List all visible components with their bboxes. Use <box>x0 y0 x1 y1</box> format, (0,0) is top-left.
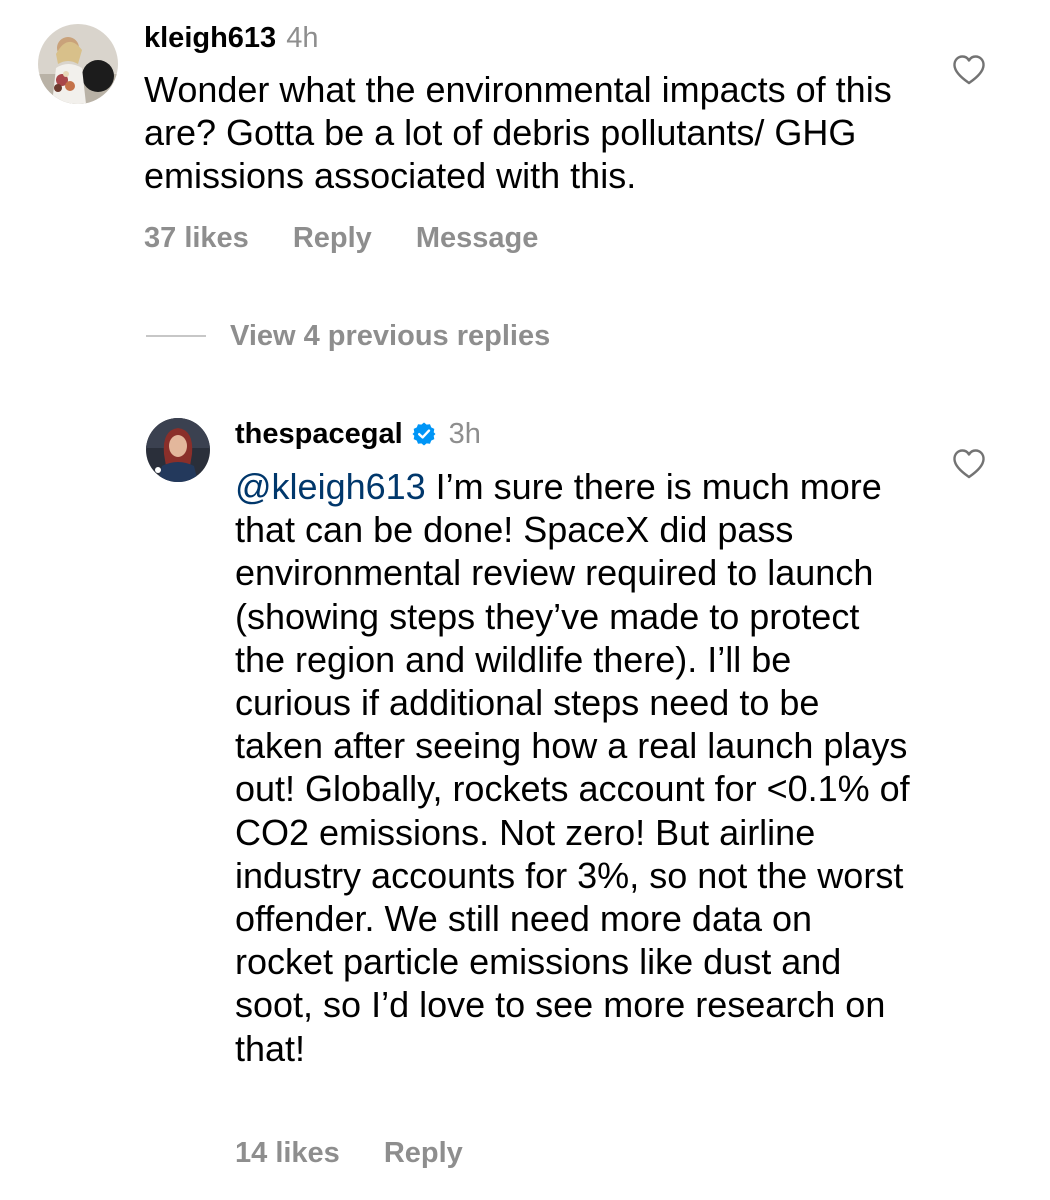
comment-text: @kleigh613 I’m sure there is much more t… <box>235 465 915 1070</box>
like-count[interactable]: 37 likes <box>144 222 249 254</box>
timestamp: 4h <box>286 22 319 54</box>
view-previous-replies-label[interactable]: View 4 previous replies <box>230 320 550 353</box>
mention-link[interactable]: @kleigh613 <box>235 466 426 507</box>
avatar[interactable] <box>38 24 118 104</box>
timestamp: 3h <box>448 418 481 450</box>
comment-header: kleigh613 4h <box>144 18 318 58</box>
like-count[interactable]: 14 likes <box>235 1137 340 1169</box>
like-button[interactable] <box>952 448 986 480</box>
like-button[interactable] <box>952 54 986 86</box>
comment-thread: kleigh613 4h Wonder what the environmenta… <box>0 0 1050 1200</box>
comment-actions: 14 likes Reply <box>235 1133 507 1173</box>
heart-outline-icon <box>953 55 985 85</box>
comment-text: Wonder what the environmental impacts of… <box>144 69 892 196</box>
comment-header: thespacegal 3h <box>235 414 481 454</box>
username[interactable]: thespacegal <box>235 414 403 454</box>
username[interactable]: kleigh613 <box>144 22 276 54</box>
comment-actions: 37 likes Reply Message <box>144 218 582 258</box>
reply-button[interactable]: Reply <box>293 222 372 254</box>
heart-outline-icon <box>953 449 985 479</box>
avatar[interactable] <box>146 418 210 482</box>
view-previous-replies[interactable]: View 4 previous replies <box>146 314 550 358</box>
comment-text-body: I’m sure there is much more that can be … <box>235 466 910 1069</box>
verified-badge-icon <box>412 422 436 446</box>
profile-photo-icon <box>146 418 210 482</box>
divider <box>146 335 206 337</box>
message-button[interactable]: Message <box>416 222 539 254</box>
profile-photo-icon <box>38 24 118 104</box>
reply-button[interactable]: Reply <box>384 1137 463 1169</box>
